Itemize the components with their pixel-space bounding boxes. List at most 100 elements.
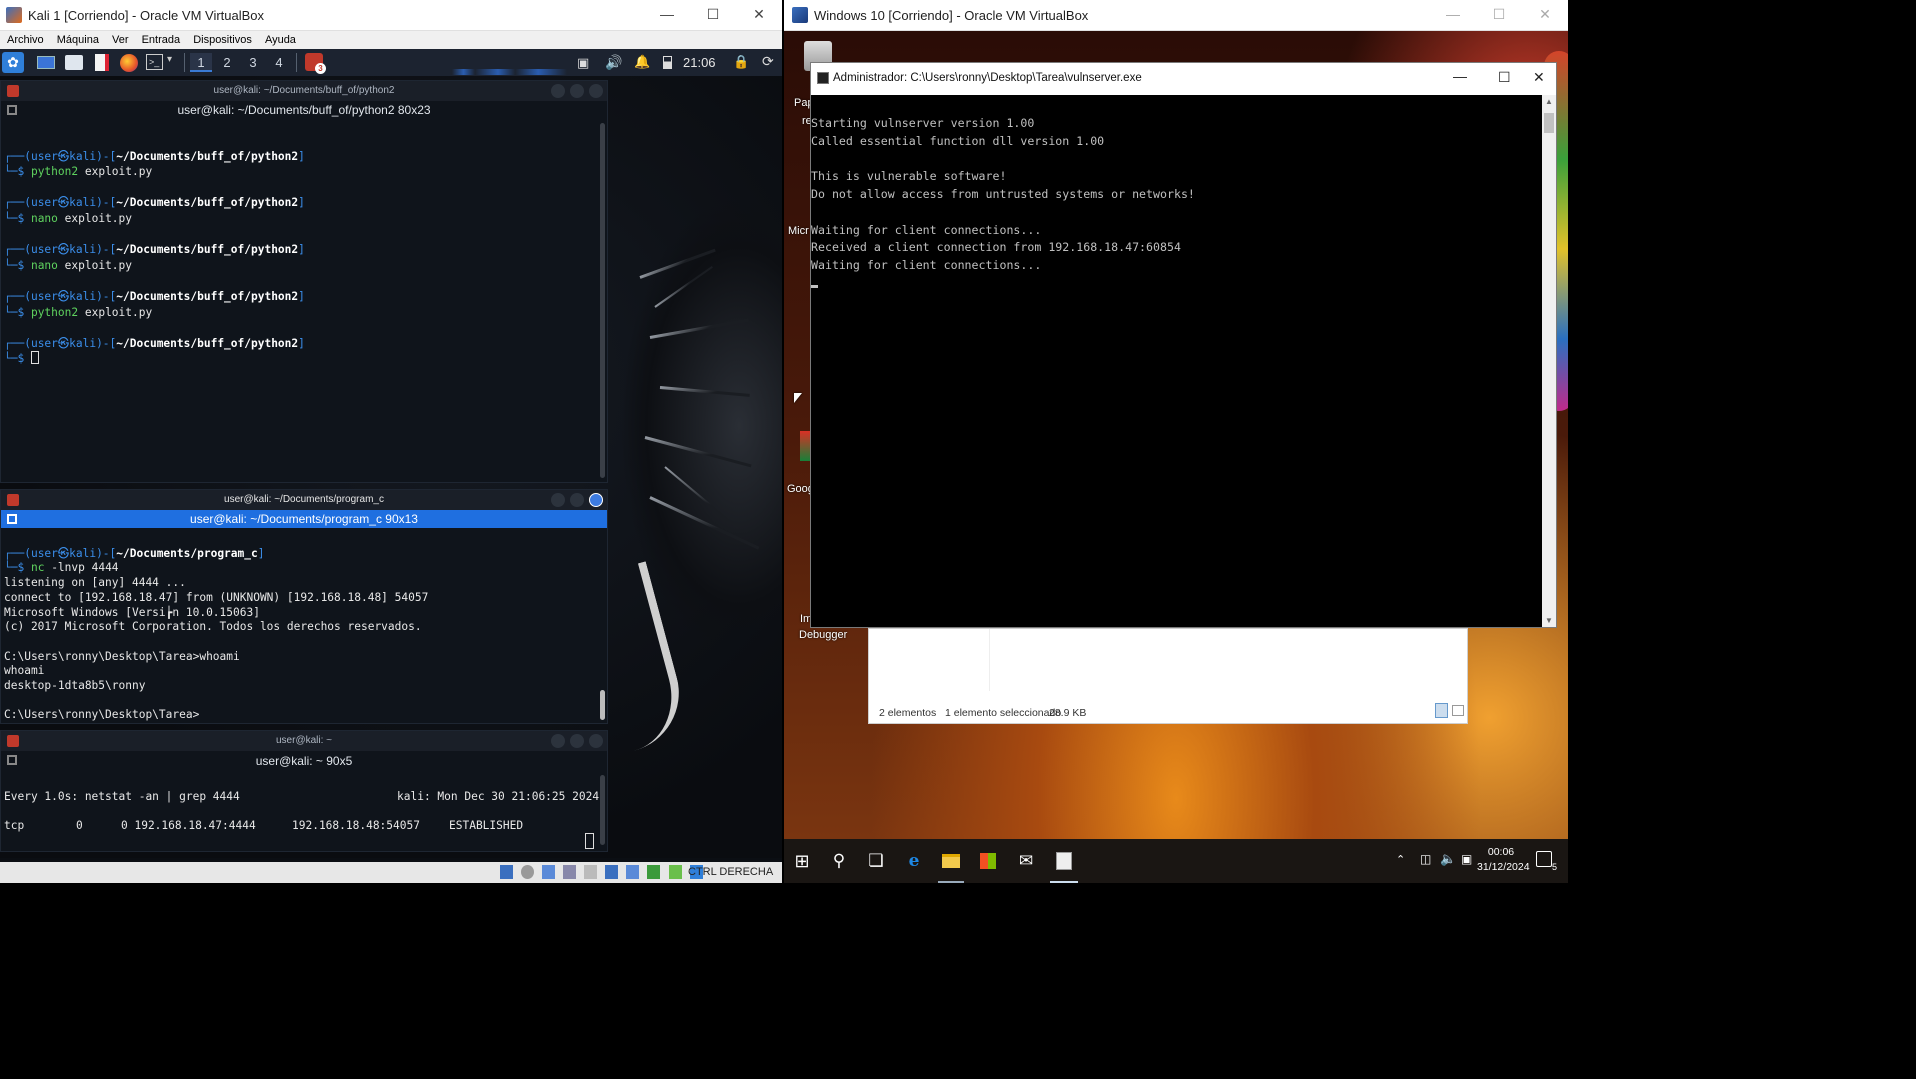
minimize-icon[interactable] — [551, 84, 565, 98]
power-icon[interactable]: ⟳ — [762, 53, 774, 70]
kali-vm-window: Kali 1 [Corriendo] - Oracle VM VirtualBo… — [0, 0, 782, 883]
close-icon[interactable] — [589, 734, 603, 748]
terminal-program-c[interactable]: user@kali: ~/Documents/program_c user@ka… — [0, 489, 608, 724]
menu-ayuda[interactable]: Ayuda — [260, 31, 301, 49]
hdd-icon[interactable] — [500, 865, 513, 879]
store-icon[interactable] — [976, 849, 1000, 873]
console-close-icon[interactable]: ✕ — [1533, 69, 1545, 86]
keyboard-tray-icon[interactable]: ▣ — [1461, 852, 1472, 866]
kali-menu-icon[interactable]: ✿ — [2, 52, 24, 73]
taskbar-clock[interactable]: 00:06 31/12/2024 — [1477, 845, 1530, 875]
terminal-scrollbar[interactable] — [600, 690, 605, 720]
terminal-scrollbar[interactable] — [600, 775, 605, 845]
terminal-netstat-watch[interactable]: user@kali: ~ user@kali: ~ 90x5 Every 1.0… — [0, 730, 608, 852]
scroll-down-icon[interactable]: ▼ — [1545, 616, 1553, 625]
search-icon[interactable]: ⚲ — [827, 849, 851, 873]
menu-dispositivos[interactable]: Dispositivos — [188, 31, 257, 49]
menu-archivo[interactable]: Archivo — [2, 31, 49, 49]
chrome-icon[interactable] — [800, 431, 810, 461]
firefox-icon[interactable] — [120, 54, 138, 72]
maximize-icon[interactable]: ☐ — [690, 6, 736, 23]
terminal-tab-label: user@kali: ~ 90x5 — [255, 754, 353, 768]
console-taskbar-icon[interactable] — [1052, 849, 1076, 873]
cpu-icon[interactable] — [647, 865, 661, 879]
workspace-4[interactable]: 4 — [268, 53, 290, 72]
terminal-scrollbar[interactable] — [600, 123, 605, 478]
display-icon[interactable] — [605, 865, 619, 879]
large-icons-view-icon[interactable] — [1452, 705, 1464, 716]
maximize-icon[interactable] — [570, 493, 584, 507]
terminal-titlebar[interactable]: user@kali: ~ — [1, 731, 607, 751]
tray-chevron-up-icon[interactable]: ⌃ — [1396, 853, 1405, 866]
text-editor-icon[interactable] — [95, 54, 109, 71]
host-key-label[interactable]: CTRL DERECHA — [688, 866, 773, 878]
notification-bell-icon[interactable]: 🔔 — [634, 54, 650, 70]
desktop-icon-label[interactable]: Debugger — [799, 629, 847, 641]
console-maximize-icon[interactable]: ☐ — [1498, 69, 1511, 86]
network-icon[interactable] — [542, 865, 556, 879]
details-view-icon[interactable] — [1435, 703, 1448, 718]
optical-drive-icon[interactable] — [521, 865, 535, 879]
start-windows-icon[interactable]: ⊞ — [790, 849, 814, 873]
close-icon[interactable] — [589, 493, 603, 507]
recording-icon[interactable] — [626, 865, 640, 879]
console-output[interactable]: Starting vulnserver version 1.00 Called e… — [811, 95, 1542, 627]
mouse-integration-icon[interactable] — [668, 865, 682, 879]
close-icon[interactable]: ✕ — [736, 6, 782, 23]
network-tray-icon[interactable]: ◫ — [1420, 852, 1431, 866]
minimize-icon[interactable]: — — [1430, 6, 1476, 22]
close-icon[interactable]: ✕ — [1522, 6, 1568, 23]
terminal-python2[interactable]: user@kali: ~/Documents/buff_of/python2 u… — [0, 80, 608, 483]
battery-icon[interactable] — [663, 56, 672, 69]
workspace-2[interactable]: 2 — [216, 53, 238, 72]
task-view-icon[interactable]: ❏ — [864, 849, 888, 873]
file-explorer-window[interactable]: 2 elementos 1 elemento seleccionado 28.9… — [868, 628, 1468, 724]
show-desktop-icon[interactable] — [37, 56, 55, 69]
minimize-icon[interactable] — [551, 734, 565, 748]
windows-vm-titlebar[interactable]: Windows 10 [Corriendo] - Oracle VM Virtu… — [784, 0, 1568, 31]
maximize-icon[interactable] — [570, 84, 584, 98]
terminal-output[interactable]: ┌──(user㉿kali)-[~/Documents/program_c] └─… — [1, 528, 607, 757]
volume-icon[interactable]: 🔊 — [605, 54, 622, 71]
file-explorer-icon[interactable] — [939, 849, 963, 873]
console-scrollbar[interactable]: ▲ ▼ — [1542, 95, 1556, 627]
display-icon[interactable]: ▣ — [577, 55, 589, 71]
vulnserver-console-window[interactable]: Administrador: C:\Users\ronny\Desktop\Ta… — [810, 62, 1557, 628]
edge-icon[interactable]: e — [902, 849, 926, 873]
terminal-titlebar[interactable]: user@kali: ~/Documents/program_c — [1, 490, 607, 510]
minimize-icon[interactable] — [551, 493, 565, 507]
explorer-divider — [989, 629, 990, 691]
menu-entrada[interactable]: Entrada — [137, 31, 186, 49]
console-titlebar[interactable]: Administrador: C:\Users\ronny\Desktop\Ta… — [811, 63, 1556, 95]
action-center-icon[interactable]: 5 — [1536, 851, 1557, 872]
maximize-icon[interactable] — [570, 734, 584, 748]
scroll-up-icon[interactable]: ▲ — [1545, 97, 1553, 106]
terminal-titlebar[interactable]: user@kali: ~/Documents/buff_of/python2 — [1, 81, 607, 101]
chevron-down-icon[interactable]: ▾ — [167, 54, 172, 65]
terminal-output[interactable]: Every 1.0s: netstat -an | grep 4444 kali:… — [1, 771, 607, 851]
console-minimize-icon[interactable]: — — [1453, 68, 1467, 84]
console-scroll-thumb[interactable] — [1544, 113, 1554, 133]
menu-ver[interactable]: Ver — [107, 31, 134, 49]
terminal-tab[interactable]: user@kali: ~ 90x5 — [1, 751, 607, 771]
menu-maquina[interactable]: Máquina — [52, 31, 104, 49]
task-terminal-icon[interactable]: 3 — [305, 53, 326, 74]
maximize-icon[interactable]: ☐ — [1476, 6, 1522, 23]
workspace-3[interactable]: 3 — [242, 53, 264, 72]
panel-clock[interactable]: 21:06 — [683, 55, 716, 70]
close-icon[interactable] — [589, 84, 603, 98]
file-manager-icon[interactable] — [65, 55, 83, 70]
usb-icon[interactable] — [563, 865, 577, 879]
mail-icon[interactable]: ✉ — [1014, 849, 1038, 873]
terminal-tab[interactable]: user@kali: ~/Documents/program_c 90x13 — [1, 510, 607, 528]
shared-folder-icon[interactable] — [584, 865, 598, 879]
kali-vm-titlebar[interactable]: Kali 1 [Corriendo] - Oracle VM VirtualBo… — [0, 0, 782, 31]
desktop-icon-label[interactable]: Micr — [788, 225, 809, 237]
volume-tray-icon[interactable]: 🔈 — [1440, 851, 1456, 867]
workspace-1[interactable]: 1 — [190, 53, 212, 72]
terminal-tab[interactable]: user@kali: ~/Documents/buff_of/python2 8… — [1, 101, 607, 119]
terminal-icon[interactable]: >_ — [146, 54, 163, 70]
minimize-icon[interactable]: — — [644, 6, 690, 22]
terminal-output[interactable]: ┌──(user㉿kali)-[~/Documents/buff_of/pyth… — [1, 119, 607, 402]
lock-icon[interactable]: 🔒 — [733, 54, 749, 70]
